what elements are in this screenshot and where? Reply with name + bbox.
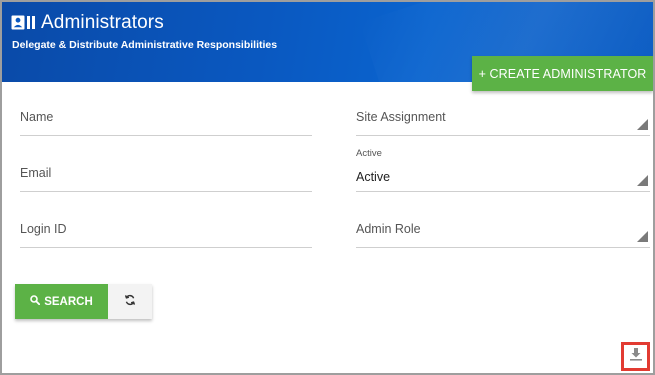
chevron-down-icon: [637, 231, 648, 242]
site-assignment-underline: [356, 135, 650, 136]
login-id-underline: [20, 247, 312, 248]
search-button-group: SEARCH: [15, 284, 152, 319]
chevron-down-icon: [637, 175, 648, 186]
search-button[interactable]: SEARCH: [15, 284, 108, 319]
active-underline: [356, 191, 650, 192]
site-assignment-select[interactable]: Site Assignment: [356, 110, 650, 136]
download-button[interactable]: [621, 342, 650, 371]
name-label: Name: [20, 110, 54, 124]
search-button-label: SEARCH: [44, 295, 93, 308]
active-small-label: Active: [356, 148, 382, 159]
search-icon: [30, 295, 41, 308]
email-field[interactable]: Email: [20, 166, 312, 192]
download-icon: [629, 347, 643, 366]
name-field[interactable]: Name: [20, 110, 312, 136]
refresh-icon: [124, 293, 136, 311]
active-select[interactable]: Active Active: [356, 148, 650, 192]
window-frame: Administrators Delegate & Distribute Adm…: [0, 0, 655, 375]
create-administrator-button[interactable]: + CREATE ADMINISTRATOR: [472, 56, 653, 91]
active-value: Active: [356, 170, 391, 184]
name-underline: [20, 135, 312, 136]
login-id-field[interactable]: Login ID: [20, 222, 312, 248]
admin-role-label: Admin Role: [356, 222, 421, 236]
create-administrator-label: + CREATE ADMINISTRATOR: [478, 66, 647, 81]
page-title: Administrators: [41, 12, 164, 33]
email-label: Email: [20, 166, 52, 180]
reset-button[interactable]: [108, 284, 152, 319]
login-id-label: Login ID: [20, 222, 67, 236]
page-subtitle: Delegate & Distribute Administrative Res…: [12, 39, 278, 51]
email-underline: [20, 191, 312, 192]
chevron-down-icon: [637, 119, 648, 130]
id-card-icon: [11, 13, 37, 33]
admin-role-select[interactable]: Admin Role: [356, 222, 650, 248]
site-assignment-label: Site Assignment: [356, 110, 446, 124]
title-row: Administrators: [11, 12, 164, 34]
admin-role-underline: [356, 247, 650, 248]
